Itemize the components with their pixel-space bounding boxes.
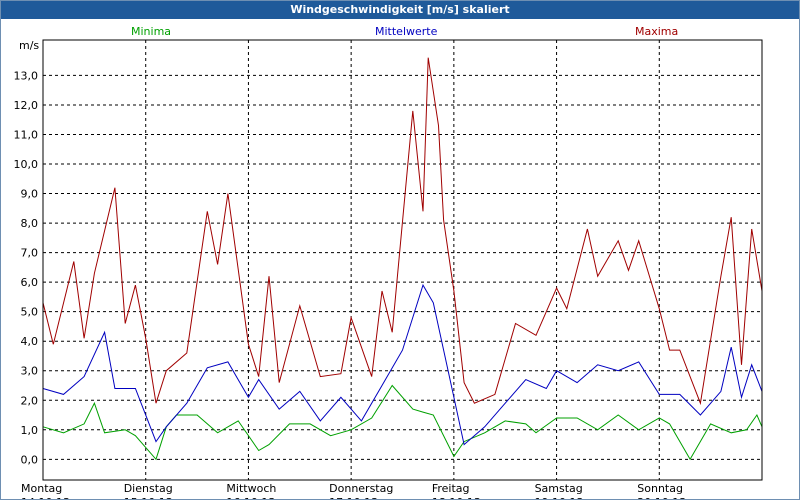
x-tick-date-label: 14.10.13 xyxy=(21,496,70,499)
x-tick-date-label: 18.10.13 xyxy=(432,496,481,499)
y-axis-unit-label: m/s xyxy=(19,39,39,52)
x-tick-day-label: Sonntag xyxy=(637,482,683,495)
title-bar: Windgeschwindigkeit [m/s] skaliert xyxy=(1,1,799,19)
y-tick-label: 2,0 xyxy=(21,394,39,407)
x-tick-date-label: 15.10.13 xyxy=(124,496,173,499)
x-tick-date-label: 16.10.13 xyxy=(226,496,275,499)
x-tick-day-label: Mittwoch xyxy=(226,482,276,495)
legend-minima: Minima xyxy=(131,25,171,38)
x-tick-date-label: 19.10.13 xyxy=(535,496,584,499)
y-tick-label: 1,0 xyxy=(21,424,39,437)
series-line-maxima xyxy=(42,57,763,406)
legend: Minima Mittelwerte Maxima xyxy=(131,25,678,38)
x-tick-day-label: Montag xyxy=(21,482,62,495)
y-tick-label: 12,0 xyxy=(14,99,39,112)
y-tick-label: 13,0 xyxy=(14,69,39,82)
x-tick-day-label: Donnerstag xyxy=(329,482,393,495)
plot-frame xyxy=(42,39,763,481)
y-tick-label: 6,0 xyxy=(21,276,39,289)
y-tick-label: 11,0 xyxy=(14,128,39,141)
y-tick-label: 3,0 xyxy=(21,365,39,378)
x-tick-date-label: 17.10.13 xyxy=(329,496,378,499)
grid xyxy=(43,40,762,480)
y-tick-label: 8,0 xyxy=(21,217,39,230)
y-tick-label: 7,0 xyxy=(21,247,39,260)
x-tick-day-label: Dienstag xyxy=(124,482,173,495)
legend-maxima: Maxima xyxy=(635,25,678,38)
chart-title: Windgeschwindigkeit [m/s] skaliert xyxy=(290,3,510,16)
x-tick-day-label: Freitag xyxy=(432,482,470,495)
y-tick-label: 4,0 xyxy=(21,335,39,348)
chart-canvas: m/s 0,0 1,0 2,0 3,0 4,0 5,0 6,0 7,0 8,0 9,0 10,0 11… xyxy=(14,25,763,499)
chart-window: Windgeschwindigkeit [m/s] skaliert m/s 0… xyxy=(0,0,800,500)
series-line-minima xyxy=(42,384,763,461)
x-tick-date-label: 20.10.13 xyxy=(637,496,686,499)
y-tick-label: 9,0 xyxy=(21,188,39,201)
y-tick-label: 5,0 xyxy=(21,306,39,319)
y-tick-label: 10,0 xyxy=(14,158,39,171)
legend-mittelwerte: Mittelwerte xyxy=(375,25,438,38)
series-lines xyxy=(42,57,763,461)
y-tick-label: 0,0 xyxy=(21,453,39,466)
x-tick-day-label: Samstag xyxy=(535,482,583,495)
